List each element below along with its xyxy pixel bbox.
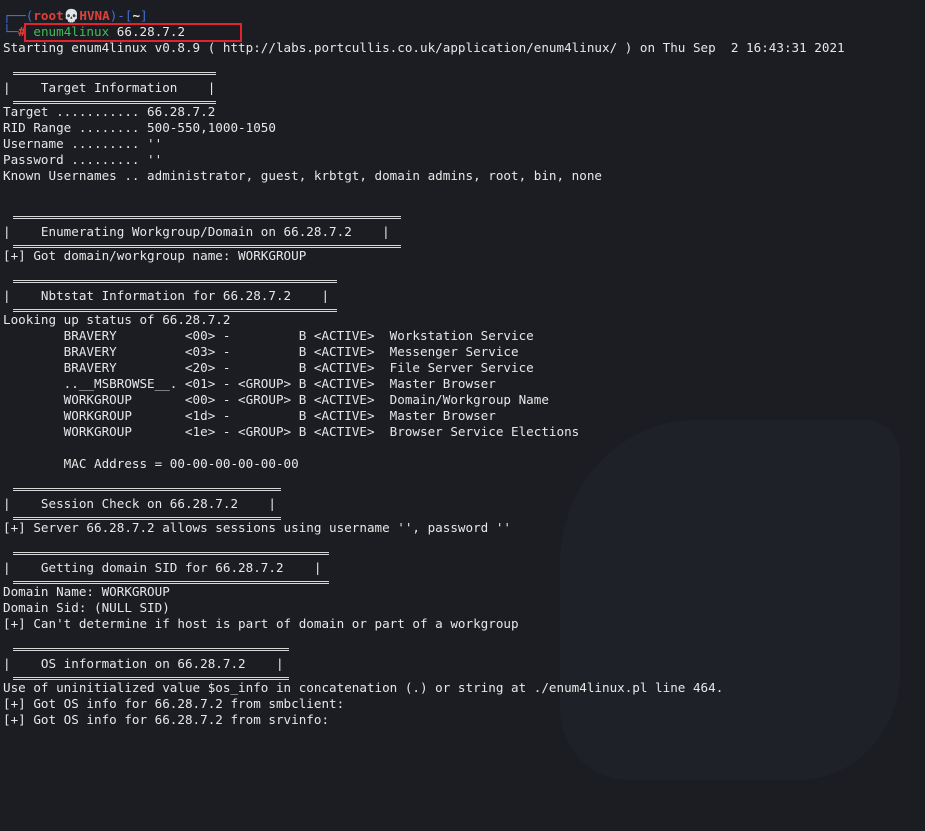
prompt-frame-end: ] <box>140 8 148 23</box>
prompt-frame-mid: )-[ <box>109 8 133 23</box>
output-line: Domain Name: WORKGROUP <box>3 584 170 599</box>
nbtstat-row: BRAVERY <20> - B <ACTIVE> File Server Se… <box>3 360 534 375</box>
output-line: RID Range ........ 500-550,1000-1050 <box>3 120 276 135</box>
nbtstat-row: BRAVERY <00> - B <ACTIVE> Workstation Se… <box>3 328 534 343</box>
banner-title: | Session Check on 66.28.7.2 | <box>3 496 276 511</box>
banner-title: | Nbtstat Information for 66.28.7.2 | <box>3 288 330 303</box>
banner-bottom-border <box>13 309 337 312</box>
output-line: [+] Can't determine if host is part of d… <box>3 616 519 631</box>
output-line: [+] Got OS info for 66.28.7.2 from smbcl… <box>3 696 345 711</box>
terminal-window[interactable]: ┌──(root💀HVNA)-[~] └─# enum4linux 66.28.… <box>3 8 925 831</box>
section-banner-nbtstat: | Nbtstat Information for 66.28.7.2 | <box>3 280 925 312</box>
output-line: Username ......... '' <box>3 136 163 151</box>
prompt-user: root <box>33 8 64 23</box>
nbtstat-row: BRAVERY <03> - B <ACTIVE> Messenger Serv… <box>3 344 519 359</box>
nbtstat-row: WORKGROUP <00> - <GROUP> B <ACTIVE> Doma… <box>3 392 549 407</box>
section-banner-os: | OS information on 66.28.7.2 | <box>3 648 925 680</box>
prompt-line-1: ┌──(root💀HVNA)-[~] <box>3 8 925 24</box>
output-line: Looking up status of 66.28.7.2 <box>3 312 231 327</box>
banner-bottom-border <box>13 517 281 520</box>
prompt-frame-start: ┌──( <box>3 8 34 23</box>
starting-line: Starting enum4linux v0.8.9 ( http://labs… <box>3 40 845 55</box>
output-line: Domain Sid: (NULL SID) <box>3 600 170 615</box>
prompt-frame-bottom: └─ <box>3 24 19 39</box>
nbtstat-row: WORKGROUP <1e> - <GROUP> B <ACTIVE> Brow… <box>3 424 580 439</box>
section-banner-target: | Target Information | <box>3 72 218 104</box>
banner-title: | Enumerating Workgroup/Domain on 66.28.… <box>3 224 390 239</box>
banner-bottom-border <box>13 677 289 680</box>
banner-title: | OS information on 66.28.7.2 | <box>3 656 284 671</box>
banner-title: | Getting domain SID for 66.28.7.2 | <box>3 560 322 575</box>
section-banner-workgroup: | Enumerating Workgroup/Domain on 66.28.… <box>3 216 925 248</box>
output-line: [+] Got domain/workgroup name: WORKGROUP <box>3 248 307 263</box>
command-highlight-box <box>24 23 242 42</box>
output-line: Password ......... '' <box>3 152 163 167</box>
section-banner-sid: | Getting domain SID for 66.28.7.2 | <box>3 552 925 584</box>
nbtstat-row: WORKGROUP <1d> - B <ACTIVE> Master Brows… <box>3 408 496 423</box>
banner-bottom-border <box>13 581 329 584</box>
nbtstat-row: ..__MSBROWSE__. <01> - <GROUP> B <ACTIVE… <box>3 376 496 391</box>
mac-address-line: MAC Address = 00-00-00-00-00-00 <box>3 456 299 471</box>
banner-bottom-border <box>13 101 216 104</box>
output-line: [+] Got OS info for 66.28.7.2 from srvin… <box>3 712 330 727</box>
prompt-host: HVNA <box>79 8 110 23</box>
banner-title: | Target Information | <box>3 80 216 95</box>
prompt-dir: ~ <box>132 8 141 23</box>
banner-bottom-border <box>13 245 401 248</box>
output-line: Target ........... 66.28.7.2 <box>3 104 216 119</box>
output-line: Known Usernames .. administrator, guest,… <box>3 168 602 183</box>
output-line: [+] Server 66.28.7.2 allows sessions usi… <box>3 520 511 535</box>
skull-icon: 💀 <box>63 8 80 23</box>
output-line: Use of uninitialized value $os_info in c… <box>3 680 724 695</box>
section-banner-session: | Session Check on 66.28.7.2 | <box>3 488 925 520</box>
